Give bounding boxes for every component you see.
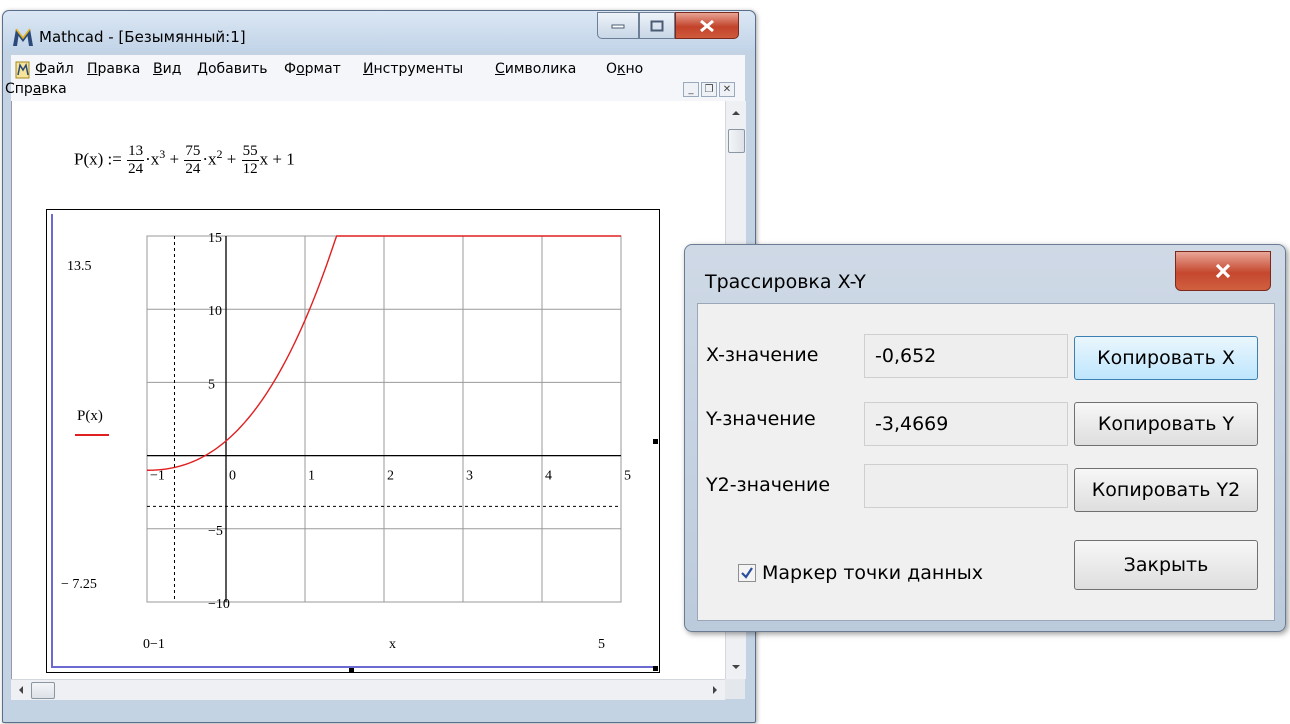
close-icon — [700, 19, 714, 32]
minimize-icon: _ — [688, 84, 694, 95]
title-bar: Mathcad - [Безымянный:1] — [3, 11, 755, 51]
y-series-label: P(x) — [77, 408, 103, 424]
scroll-right-icon — [713, 686, 717, 694]
menu-insert[interactable]: Добавить — [197, 61, 267, 77]
x-tick-label: 5 — [624, 469, 631, 484]
y-tick-label: 10 — [208, 304, 222, 319]
doc-close-button[interactable]: ✕ — [719, 82, 735, 97]
minimize-button[interactable] — [597, 12, 639, 39]
copy-x-button[interactable]: Копировать X — [1074, 336, 1258, 380]
menu-symbolics[interactable]: Символика — [495, 61, 576, 77]
y2-value-label: Y2-значение — [706, 474, 831, 496]
x-tick-label: 4 — [545, 469, 552, 484]
dialog-body: X-значение -0,652 Копировать X Y-значени… — [697, 303, 1275, 621]
xy-plot-region[interactable]: −1 0 1 2 3 4 5 15 10 5 −5 −10 13.5 − 7.25 P(x) 0−1 … — [46, 209, 660, 673]
menu-tools[interactable]: Инструменты — [363, 61, 463, 77]
restore-icon: ❐ — [704, 84, 714, 95]
horizontal-scroll-thumb[interactable] — [31, 682, 55, 699]
x-tick-label: 3 — [466, 469, 473, 484]
maximize-icon — [650, 20, 664, 31]
y-tick-label: 5 — [208, 377, 215, 392]
y-tick-label: −10 — [208, 597, 230, 612]
close-dialog-button[interactable]: Закрыть — [1074, 540, 1258, 590]
checkmark-icon — [741, 567, 753, 579]
y2-value-field[interactable] — [864, 464, 1068, 508]
y-max-label: 13.5 — [67, 259, 92, 274]
y-value-field[interactable]: -3,4669 — [864, 402, 1068, 446]
copy-y-button[interactable]: Копировать Y — [1074, 402, 1258, 446]
y-value-label: Y-значение — [706, 408, 816, 430]
scroll-left-icon — [19, 686, 23, 694]
x-axis-label: x — [389, 637, 396, 652]
mathcad-app-icon — [13, 28, 33, 46]
menu-format[interactable]: Формат — [284, 61, 341, 77]
function-definition[interactable]: P(x) := 13 24 ·x3 + 75 24 ·x2 + 55 12 x + 1 — [74, 143, 295, 178]
menu-file[interactable]: Файл — [35, 61, 74, 77]
worksheet[interactable]: P(x) := 13 24 ·x3 + 75 24 ·x2 + 55 12 x + 1 −1… — [11, 101, 726, 679]
minimize-icon — [611, 24, 625, 28]
dialog-title: Трассировка X-Y — [705, 271, 866, 293]
menu-bar: Файл Правка Вид Добавить Формат Инструме… — [5, 55, 745, 101]
window-title: Mathcad - [Безымянный:1] — [39, 28, 246, 46]
data-marker-label: Маркер точки данных — [762, 562, 984, 584]
y-tick-label: −5 — [208, 524, 223, 539]
x-tick-label: 2 — [387, 469, 394, 484]
horizontal-scrollbar[interactable] — [11, 679, 725, 700]
menu-window[interactable]: Окно — [606, 61, 643, 77]
close-icon — [1215, 263, 1231, 279]
scroll-down-icon — [732, 665, 740, 669]
menu-help[interactable]: Справка — [5, 81, 67, 97]
doc-minimize-button[interactable]: _ — [683, 82, 699, 97]
document-icon — [15, 61, 30, 79]
scrollbar-corner — [725, 679, 745, 699]
copy-y2-button[interactable]: Копировать Y2 — [1074, 468, 1258, 512]
mathcad-window: Mathcad - [Безымянный:1] Файл Правка Вид… — [2, 10, 756, 723]
x-tick-label: 1 — [308, 469, 315, 484]
close-button[interactable] — [675, 12, 739, 39]
y-tick-label: 15 — [208, 231, 222, 246]
vertical-scroll-thumb[interactable] — [728, 129, 745, 153]
xy-plot: −1 0 1 2 3 4 515105−5−10 13.5 − 7.25 P(x) 0−1 … — [51, 214, 658, 673]
close-icon: ✕ — [722, 84, 732, 95]
maximize-button[interactable] — [639, 12, 675, 39]
x-min-label: 0−1 — [143, 637, 165, 652]
x-value-field[interactable]: -0,652 — [864, 334, 1068, 378]
scroll-up-icon — [732, 111, 740, 115]
trace-dialog: Трассировка X-Y X-значение -0,652 Копиро… — [684, 244, 1286, 632]
x-value-label: X-значение — [706, 344, 819, 366]
y-min-label: − 7.25 — [61, 577, 97, 592]
doc-restore-button[interactable]: ❐ — [701, 82, 717, 97]
menu-view[interactable]: Вид — [153, 61, 181, 77]
dialog-close-button[interactable] — [1175, 251, 1271, 291]
x-max-label: 5 — [598, 637, 605, 652]
x-tick-label: 0 — [229, 469, 236, 484]
menu-edit[interactable]: Правка — [87, 61, 140, 77]
data-marker-checkbox[interactable] — [738, 564, 756, 582]
